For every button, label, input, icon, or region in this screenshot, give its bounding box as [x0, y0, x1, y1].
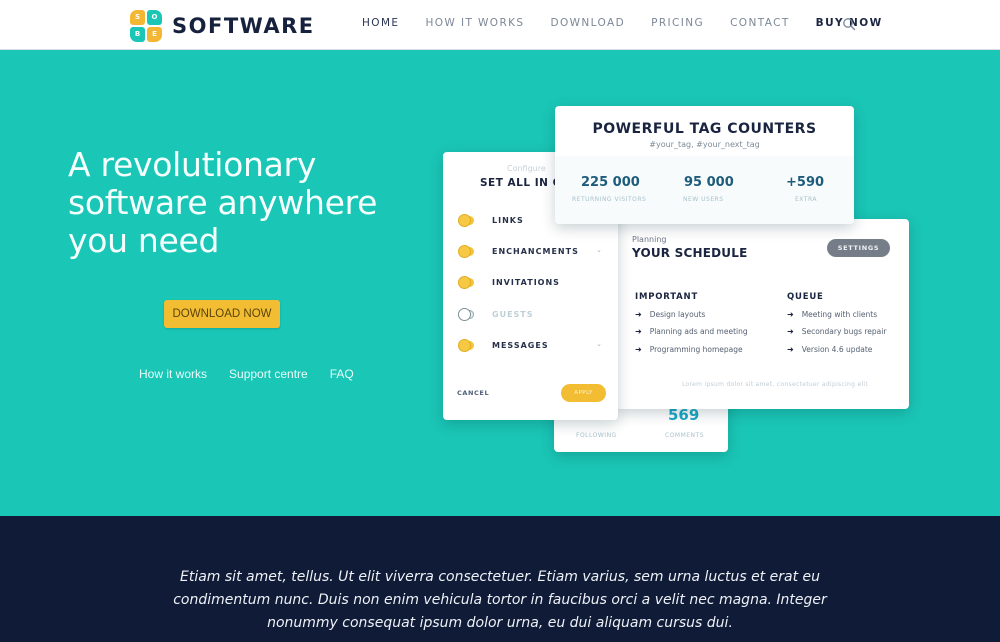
setting-label: ENCHANCMENTS: [492, 247, 579, 256]
list-item-label: Secondary bugs repair: [801, 327, 887, 336]
list-item: ➜ Design layouts: [635, 310, 705, 319]
hero-title: A revolutionary software anywhere you ne…: [68, 145, 378, 260]
toggle-switch[interactable]: [459, 246, 474, 257]
setting-row-enchancments[interactable]: ENCHANCMENTS: [459, 246, 579, 257]
setting-label: MESSAGES: [492, 341, 549, 350]
schedule-card: Planning YOUR SCHEDULE SETTINGS IMPORTAN…: [616, 219, 909, 409]
list-item: ➜ Planning ads and meeting: [635, 327, 748, 336]
testimonial-quote: Etiam sit amet, tellus. Ut elit viverra …: [173, 569, 827, 631]
link-support-centre[interactable]: Support centre: [229, 367, 308, 381]
stat-label: NEW USERS: [683, 196, 724, 203]
stat-label: RETURNING VISITORS: [572, 196, 647, 203]
brand-logo[interactable]: S O B E SOFTWARE: [130, 10, 315, 42]
list-item: ➜ Meeting with clients: [787, 310, 877, 319]
arrow-right-icon: ➜: [635, 310, 642, 319]
arrow-right-icon: ➜: [787, 345, 794, 354]
chevron-down-icon[interactable]: ⌄: [596, 246, 602, 254]
setting-label: LINKS: [492, 216, 524, 225]
arrow-right-icon: ➜: [635, 327, 642, 336]
list-item: ➜ Programming homepage: [635, 345, 743, 354]
logo-letter: O: [147, 10, 162, 25]
stat-value: 225 000: [581, 175, 640, 190]
stat-label: EXTRA: [795, 196, 817, 203]
search-icon[interactable]: [842, 17, 856, 31]
nav-download[interactable]: DOWNLOAD: [551, 17, 626, 29]
tag-counters-title: POWERFUL TAG COUNTERS: [592, 121, 817, 137]
logo-icon: S O B E: [130, 10, 162, 42]
logo-letter: E: [147, 27, 162, 42]
stats-band: [555, 156, 854, 224]
toggle-switch[interactable]: [459, 309, 474, 320]
setting-row-messages[interactable]: MESSAGES: [459, 340, 549, 351]
stat-value: +590: [786, 175, 825, 190]
chevron-down-icon[interactable]: ⌄: [596, 340, 602, 348]
hero-links: How it works Support centre FAQ: [139, 367, 376, 381]
setting-row-invitations[interactable]: INVITATIONS: [459, 277, 560, 288]
cancel-button[interactable]: CANCEL: [457, 389, 489, 397]
list-item-label: Design layouts: [649, 310, 706, 319]
stat-label: FOLLOWING: [576, 432, 617, 439]
list-item: ➜ Secondary bugs repair: [787, 327, 886, 336]
toggle-switch[interactable]: [459, 277, 474, 288]
list-item-label: Meeting with clients: [801, 310, 878, 319]
toggle-switch[interactable]: [459, 215, 474, 226]
setting-label: INVITATIONS: [492, 278, 560, 287]
testimonial-section: Etiam sit amet, tellus. Ut elit viverra …: [0, 516, 1000, 642]
top-navigation-bar: S O B E SOFTWARE HOME HOW IT WORKS DOWNL…: [0, 0, 1000, 50]
toggle-switch[interactable]: [459, 340, 474, 351]
apply-button[interactable]: APPLY: [561, 384, 606, 402]
stat-label: COMMENTS: [665, 432, 705, 439]
link-faq[interactable]: FAQ: [330, 367, 354, 381]
nav-how-it-works[interactable]: HOW IT WORKS: [425, 17, 524, 29]
arrow-right-icon: ➜: [635, 345, 642, 354]
arrow-right-icon: ➜: [787, 327, 794, 336]
brand-name: SOFTWARE: [172, 14, 315, 38]
schedule-footnote: Lorem ipsum dolor sit amet, consectetuer…: [682, 381, 869, 388]
main-menu: HOME HOW IT WORKS DOWNLOAD PRICING CONTA…: [362, 17, 909, 29]
setting-row-guests[interactable]: GUESTS: [459, 309, 534, 320]
setting-label: GUESTS: [492, 310, 534, 319]
important-heading: IMPORTANT: [635, 292, 699, 302]
arrow-right-icon: ➜: [787, 310, 794, 319]
settings-overline: Configure: [507, 164, 546, 173]
tag-counters-card: POWERFUL TAG COUNTERS #your_tag, #your_n…: [555, 106, 854, 224]
list-item-label: Planning ads and meeting: [649, 327, 748, 336]
logo-letter: B: [130, 27, 145, 42]
queue-heading: QUEUE: [787, 292, 824, 302]
schedule-settings-button[interactable]: SETTINGS: [827, 239, 890, 257]
setting-row-links[interactable]: LINKS: [459, 215, 524, 226]
link-how-it-works[interactable]: How it works: [139, 367, 207, 381]
stat-value: 95 000: [684, 175, 734, 190]
nav-contact[interactable]: CONTACT: [730, 17, 790, 29]
download-now-button[interactable]: DOWNLOAD NOW: [164, 300, 280, 328]
logo-letter: S: [130, 10, 145, 25]
list-item: ➜ Version 4.6 update: [787, 345, 872, 354]
tag-counters-subtitle: #your_tag, #your_next_tag: [649, 140, 760, 149]
list-item-label: Programming homepage: [649, 345, 743, 354]
schedule-title: YOUR SCHEDULE: [632, 246, 748, 260]
list-item-label: Version 4.6 update: [801, 345, 873, 354]
nav-pricing[interactable]: PRICING: [651, 17, 704, 29]
schedule-overline: Planning: [632, 235, 667, 244]
nav-home[interactable]: HOME: [362, 17, 399, 29]
